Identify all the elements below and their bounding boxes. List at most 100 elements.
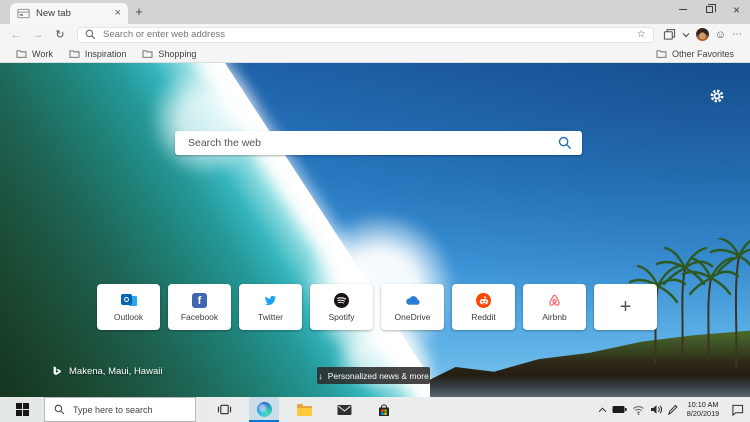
favorite-star-icon[interactable]: ☆ — [637, 29, 646, 40]
airbnb-icon — [547, 292, 563, 308]
chevron-down-icon — [682, 32, 690, 37]
start-button[interactable] — [0, 397, 44, 422]
favorites-bar: Work Inspiration Shopping Other Favorite… — [0, 45, 750, 63]
attribution-label: Makena, Maui, Hawaii — [69, 366, 163, 377]
tab-close-icon[interactable]: × — [115, 8, 121, 19]
refresh-button[interactable]: ↻ — [49, 28, 71, 41]
quick-link-label: Spotify — [328, 312, 355, 322]
plus-icon: + — [619, 295, 632, 318]
file-explorer-icon — [296, 403, 312, 416]
quick-link-twitter[interactable]: Twitter — [239, 284, 302, 330]
favorites-folder-label: Shopping — [158, 48, 197, 59]
bing-icon — [53, 366, 61, 376]
favorites-folder-label: Inspiration — [84, 48, 127, 59]
minimize-button[interactable] — [669, 0, 696, 19]
favorites-folder-shopping[interactable]: Shopping — [142, 49, 196, 59]
address-bar[interactable]: Search or enter web address ☆ — [77, 26, 654, 43]
quick-link-label: OneDrive — [394, 312, 431, 322]
tab-title: New tab — [36, 8, 71, 19]
volume-control[interactable] — [647, 404, 665, 415]
close-button[interactable]: × — [723, 0, 750, 19]
restore-icon — [706, 4, 716, 13]
personalized-news-button[interactable]: ↓ Personalized news & more — [317, 367, 430, 384]
search-icon — [85, 29, 96, 40]
new-tab-button[interactable]: + — [131, 5, 147, 20]
onedrive-icon — [405, 292, 421, 308]
personalized-news-label: Personalized news & more — [327, 370, 429, 381]
window-controls: × — [669, 0, 750, 19]
reddit-icon — [476, 292, 492, 308]
spotify-icon — [334, 292, 350, 308]
address-placeholder: Search or enter web address — [103, 29, 225, 40]
tab-strip: New tab × + × — [0, 0, 750, 24]
settings-menu-button[interactable]: ⋯ — [732, 29, 742, 40]
quick-links-row: Outlook Facebook Twitter — [97, 284, 657, 330]
action-center-button[interactable] — [726, 404, 748, 416]
collections-chevron-button[interactable] — [682, 32, 690, 38]
network-status[interactable] — [629, 405, 647, 415]
search-icon[interactable] — [558, 136, 572, 150]
feedback-button[interactable]: ☺ — [715, 29, 726, 41]
add-quick-link-tile[interactable]: + — [594, 284, 657, 330]
new-tab-page: Search the web Outlook Facebook Twitter — [0, 63, 750, 397]
browser-toolbar: ← → ↻ Search or enter web address ☆ ☺ ⋯ — [0, 24, 750, 45]
edge-icon — [256, 402, 272, 417]
quick-link-reddit[interactable]: Reddit — [452, 284, 515, 330]
taskbar-store-button[interactable] — [369, 397, 399, 422]
web-search-box[interactable]: Search the web — [175, 131, 582, 155]
collections-button[interactable] — [663, 28, 676, 41]
page-settings-button[interactable] — [707, 86, 727, 106]
outlook-icon — [120, 292, 137, 308]
tab-new-tab[interactable]: New tab × — [10, 3, 128, 24]
quick-link-outlook[interactable]: Outlook — [97, 284, 160, 330]
forward-button[interactable]: → — [27, 29, 49, 41]
back-button[interactable]: ← — [5, 29, 27, 41]
folder-icon — [142, 50, 153, 58]
task-view-button[interactable] — [209, 397, 239, 422]
quick-link-airbnb[interactable]: Airbnb — [523, 284, 586, 330]
avatar — [695, 28, 709, 41]
other-favorites-folder[interactable]: Other Favorites — [656, 49, 734, 59]
battery-status[interactable] — [610, 405, 629, 414]
battery-icon — [612, 406, 627, 413]
taskbar-mail-button[interactable] — [329, 397, 359, 422]
favorites-folder-work[interactable]: Work — [16, 49, 53, 59]
wifi-icon — [632, 405, 644, 415]
mail-icon — [337, 404, 351, 415]
taskbar-clock[interactable]: 10:10 AM 8/20/2019 — [680, 400, 726, 418]
quick-link-spotify[interactable]: Spotify — [310, 284, 373, 330]
system-tray: 10:10 AM 8/20/2019 — [594, 397, 750, 422]
taskbar-file-explorer-button[interactable] — [289, 397, 319, 422]
action-center-icon — [731, 404, 743, 416]
clock-date: 8/20/2019 — [686, 408, 720, 418]
windows-ink-workspace[interactable] — [665, 404, 680, 415]
quick-link-label: Outlook — [113, 312, 144, 322]
quick-link-label: Facebook — [180, 312, 219, 322]
folder-icon — [656, 50, 667, 58]
quick-link-onedrive[interactable]: OneDrive — [381, 284, 444, 330]
profile-button[interactable] — [695, 28, 709, 41]
tray-overflow-button[interactable] — [594, 407, 610, 413]
chevron-up-icon — [598, 407, 606, 412]
wallpaper-foam-spray — [148, 63, 263, 178]
quick-link-facebook[interactable]: Facebook — [168, 284, 231, 330]
favorites-folder-label: Work — [32, 48, 53, 59]
new-tab-page-favicon — [17, 8, 30, 19]
taskbar-search-box[interactable]: Type here to search — [44, 397, 196, 422]
wallpaper-attribution[interactable]: Makena, Maui, Hawaii — [52, 366, 162, 377]
other-favorites-label: Other Favorites — [671, 48, 734, 59]
taskbar-edge-button[interactable] — [249, 397, 279, 422]
arrow-down-icon: ↓ — [318, 370, 323, 381]
quick-link-label: Airbnb — [542, 312, 567, 322]
minimize-icon — [678, 9, 687, 10]
taskbar: Type here to search 10:10 AM 8/20/2019 — [0, 397, 750, 422]
folder-icon — [69, 50, 80, 58]
pen-icon — [667, 404, 678, 415]
facebook-icon — [192, 292, 208, 308]
restore-button[interactable] — [696, 0, 723, 19]
collections-icon — [663, 29, 675, 40]
folder-icon — [16, 50, 27, 58]
quick-link-label: Twitter — [257, 312, 284, 322]
favorites-folder-inspiration[interactable]: Inspiration — [69, 48, 127, 59]
web-search-placeholder: Search the web — [188, 137, 261, 149]
